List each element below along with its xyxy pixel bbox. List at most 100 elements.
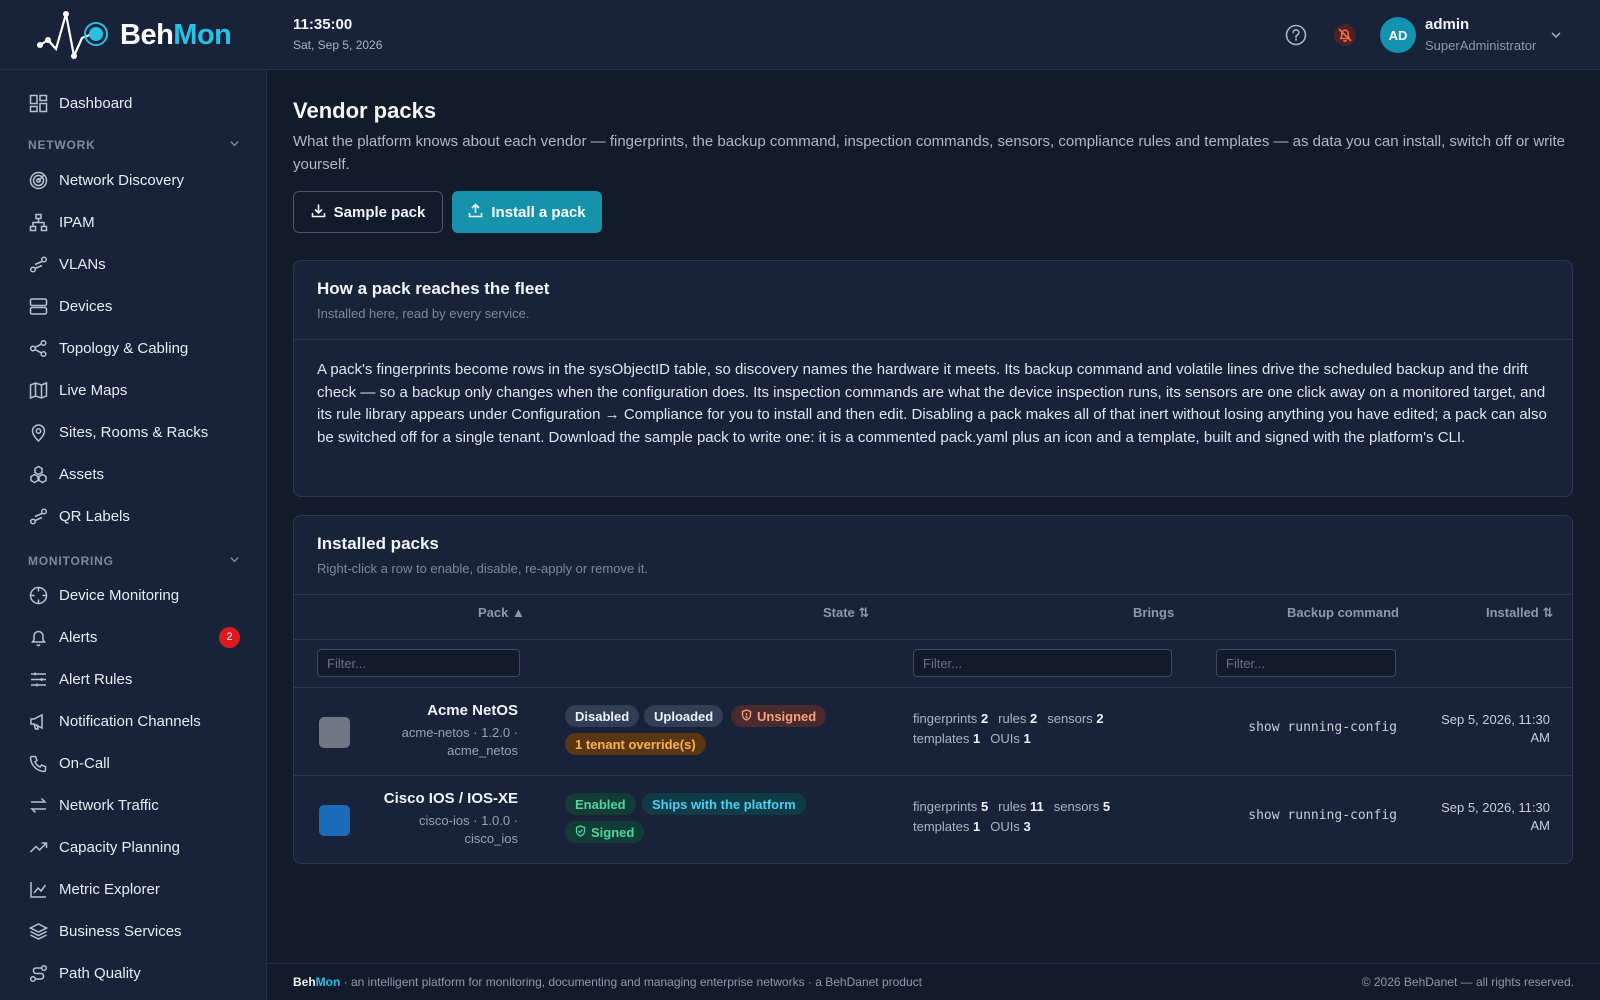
shield-check-icon xyxy=(575,824,586,840)
card-title: Installed packs xyxy=(317,534,439,553)
sidebar-item-dashboard[interactable]: Dashboard xyxy=(0,84,267,122)
table-row[interactable]: Cisco IOS / IOS-XE cisco-ios · 1.0.0 · ci… xyxy=(294,776,1572,863)
pack-icon xyxy=(319,805,350,836)
sidebar-item-capacity-planning[interactable]: Capacity Planning xyxy=(0,828,267,866)
divider xyxy=(294,639,1572,640)
card-subtitle: Right-click a row to enable, disable, re… xyxy=(317,561,648,576)
share-icon xyxy=(28,338,48,358)
sidebar-item-network-traffic[interactable]: Network Traffic xyxy=(0,786,267,824)
footer-copyright: © 2026 BehDanet — all rights reserved. xyxy=(1361,975,1574,989)
sidebar-item-label: Dashboard xyxy=(59,94,133,112)
server-icon xyxy=(28,296,48,316)
column-header-installed[interactable]: Installed ⇅ xyxy=(1486,605,1553,621)
arrows-swap-icon xyxy=(28,795,48,815)
sidebar-item-live-maps[interactable]: Live Maps xyxy=(0,371,267,409)
sidebar-item-topology[interactable]: Topology & Cabling xyxy=(0,329,267,367)
divider xyxy=(294,594,1572,595)
brings-line: fingerprints 5 rules 11 sensors 5 xyxy=(913,799,1111,814)
trending-up-icon xyxy=(28,837,48,857)
map-pin-icon xyxy=(28,422,48,442)
sidebar-item-devices[interactable]: Devices xyxy=(0,287,267,325)
help-icon[interactable] xyxy=(1284,23,1308,47)
brings-line: templates 1 OUIs 3 xyxy=(913,819,1031,834)
nav-section-network[interactable]: NETWORK xyxy=(28,136,240,154)
column-header-backup: Backup command xyxy=(1287,605,1399,620)
map-icon xyxy=(28,380,48,400)
brings-line: templates 1 OUIs 1 xyxy=(913,731,1031,746)
sidebar-item-network-discovery[interactable]: Network Discovery xyxy=(0,161,267,199)
dashboard-icon xyxy=(28,93,48,113)
sidebar-item-assets[interactable]: Assets xyxy=(0,455,267,493)
pack-meta: acme-netos · 1.2.0 · acme_netos xyxy=(401,725,518,758)
install-pack-button[interactable]: Install a pack xyxy=(452,191,602,233)
user-name[interactable]: admin xyxy=(1425,16,1469,33)
table-row[interactable]: Acme NetOS acme-netos · 1.2.0 · acme_neto… xyxy=(294,688,1572,775)
sidebar-item-alerts[interactable]: Alerts 2 xyxy=(0,618,267,656)
backup-command: show running-config xyxy=(1248,720,1397,735)
column-header-pack[interactable]: Pack ▲ xyxy=(478,605,525,620)
status-badge-signed: Signed xyxy=(565,821,645,843)
card-body: A pack's fingerprints become rows in the… xyxy=(317,361,1547,446)
clock: 11:35:00 Sat, Sep 5, 2026 xyxy=(293,16,382,52)
sidebar-item-alert-rules[interactable]: Alert Rules xyxy=(0,660,267,698)
chart-line-icon xyxy=(28,879,48,899)
backup-command: show running-config xyxy=(1248,808,1397,823)
bell-off-icon[interactable] xyxy=(1333,23,1357,47)
avatar[interactable]: AD xyxy=(1380,17,1416,53)
radar-icon xyxy=(28,170,48,190)
sidebar-item-metric-explorer[interactable]: Metric Explorer xyxy=(0,870,267,908)
route-icon xyxy=(28,506,48,526)
sidebar-item-qr-labels[interactable]: QR Labels xyxy=(0,497,267,535)
app-name: BehMon xyxy=(120,18,232,51)
page-title: Vendor packs xyxy=(293,98,437,123)
pack-icon xyxy=(319,717,350,748)
sidebar-item-vlans[interactable]: VLANs xyxy=(0,245,267,283)
clock-time: 11:35:00 xyxy=(293,16,353,33)
sidebar: Dashboard NETWORK Network Discovery IPAM… xyxy=(0,70,267,1000)
top-bar: BehMon 11:35:00 Sat, Sep 5, 2026 AD admi… xyxy=(0,0,1600,70)
status-badge-disabled: Disabled xyxy=(565,705,640,727)
pack-filter-input[interactable] xyxy=(317,649,520,677)
upload-icon xyxy=(468,202,483,222)
sidebar-item-business-services[interactable]: Business Services xyxy=(0,912,267,950)
page-description: What the platform knows about each vendo… xyxy=(293,133,1566,173)
crosshair-icon xyxy=(28,585,48,605)
chevron-down-icon[interactable] xyxy=(229,136,240,154)
sidebar-item-sites[interactable]: Sites, Rooms & Racks xyxy=(0,413,267,451)
sample-pack-button[interactable]: Sample pack xyxy=(293,191,443,233)
how-pack-card: How a pack reaches the fleet Installed h… xyxy=(293,260,1573,497)
pack-meta: cisco-ios · 1.0.0 · cisco_ios xyxy=(419,813,518,846)
sidebar-item-notification-channels[interactable]: Notification Channels xyxy=(0,702,267,740)
sidebar-item-ipam[interactable]: IPAM xyxy=(0,203,267,241)
download-icon xyxy=(311,203,326,222)
nav-section-monitoring[interactable]: MONITORING xyxy=(28,552,240,570)
sidebar-item-path-quality[interactable]: Path Quality xyxy=(0,954,267,992)
status-badge-ships-with-platform: Ships with the platform xyxy=(642,793,806,815)
installed-date: Sep 5, 2026, 11:30 AM xyxy=(1441,800,1550,833)
alerts-count-badge: 2 xyxy=(219,626,240,648)
app-logo[interactable]: BehMon xyxy=(34,10,234,60)
sidebar-item-on-call[interactable]: On-Call xyxy=(0,744,267,782)
pack-name: Acme NetOS xyxy=(427,702,518,719)
column-header-state[interactable]: State ⇅ xyxy=(823,605,869,621)
sidebar-item-device-monitoring[interactable]: Device Monitoring xyxy=(0,576,267,614)
footer: BehMon · an intelligent platform for mon… xyxy=(267,963,1600,1000)
route-icon xyxy=(28,963,48,983)
phone-icon xyxy=(28,753,48,773)
status-badge-tenant-override: 1 tenant override(s) xyxy=(565,733,706,755)
status-badge-enabled: Enabled xyxy=(565,793,636,815)
brings-filter-input[interactable] xyxy=(913,649,1172,677)
footer-tagline: BehMon · an intelligent platform for mon… xyxy=(293,975,922,989)
chevron-down-icon[interactable] xyxy=(1550,28,1562,46)
megaphone-icon xyxy=(28,711,48,731)
boxes-icon xyxy=(28,464,48,484)
pack-name: Cisco IOS / IOS-XE xyxy=(383,790,518,807)
layers-icon xyxy=(28,921,48,941)
status-badge-unsigned: Unsigned xyxy=(731,705,827,727)
chevron-down-icon[interactable] xyxy=(229,552,240,570)
bell-icon xyxy=(28,627,48,647)
installed-date: Sep 5, 2026, 11:30 AM xyxy=(1441,712,1550,745)
column-header-brings: Brings xyxy=(1133,605,1175,620)
user-role: SuperAdministrator xyxy=(1425,38,1537,53)
backup-filter-input[interactable] xyxy=(1216,649,1396,677)
